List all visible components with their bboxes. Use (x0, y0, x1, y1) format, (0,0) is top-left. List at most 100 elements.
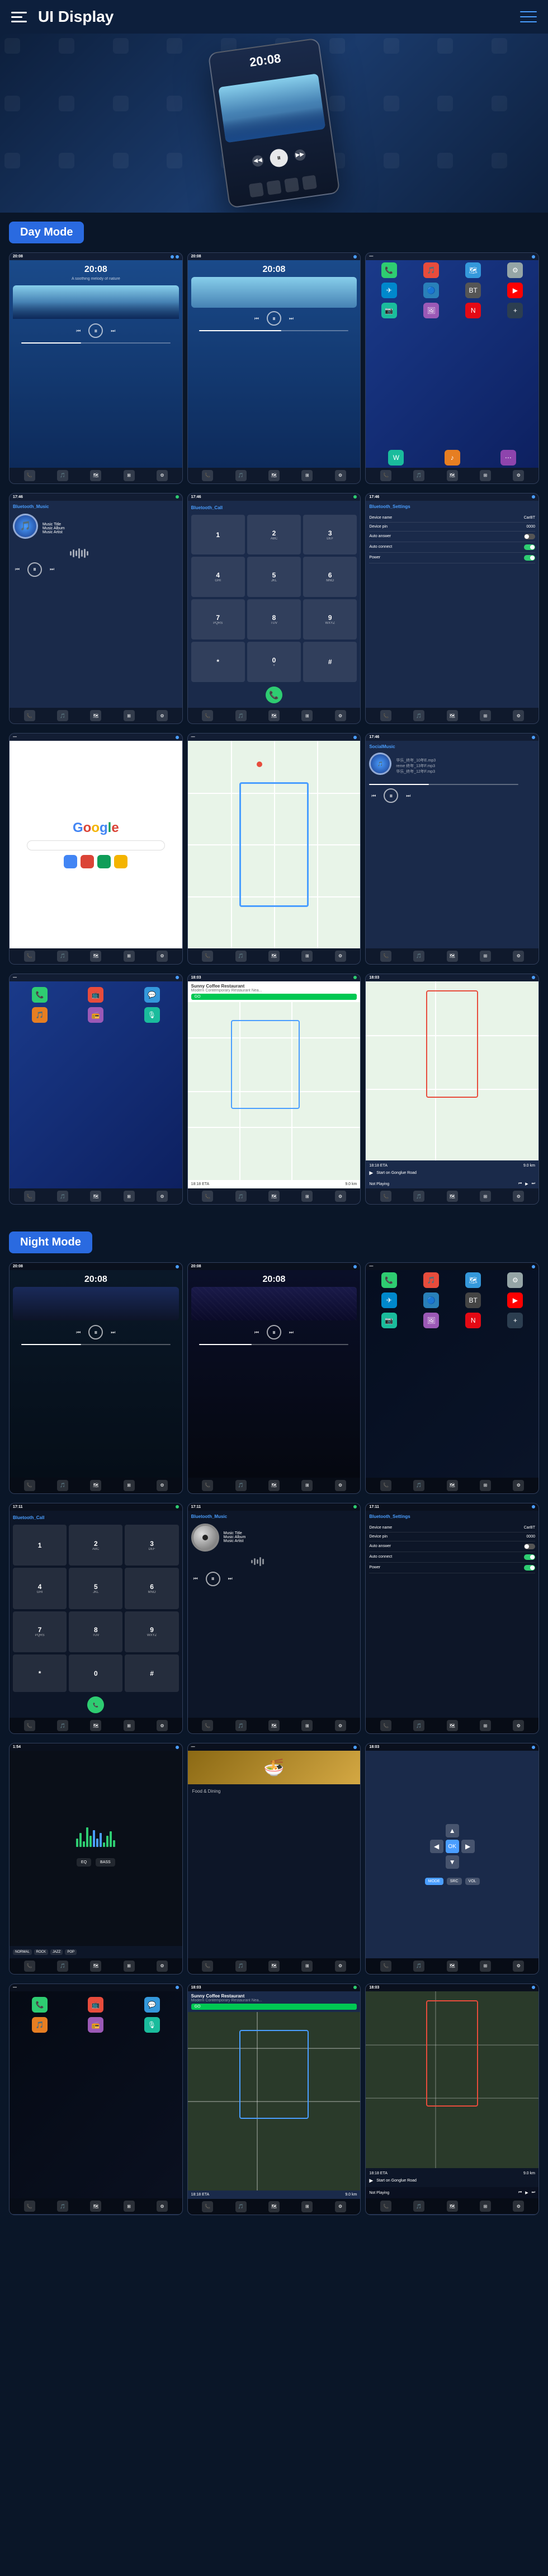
next2-icon[interactable]: ⏭ (287, 314, 296, 323)
nav-phone[interactable]: 📞 (24, 470, 35, 481)
power-toggle-night[interactable] (524, 1565, 535, 1571)
dial-7[interactable]: 7PQRS (191, 599, 245, 640)
nav-settings[interactable]: ⚙ (157, 470, 168, 481)
status-bar-2: 20:08 (188, 253, 361, 260)
app-phone[interactable]: 📞 (381, 262, 397, 278)
next-button[interactable]: ▶▶ (294, 148, 306, 161)
arrow-down[interactable]: ▼ (446, 1855, 459, 1869)
day-row-2: 17:46 Bluetooth_Music 🎵 Music Title Musi… (9, 493, 539, 725)
dial-3[interactable]: 3DEF (303, 515, 357, 555)
nav-next-night[interactable]: ⏭ (532, 2190, 535, 2195)
nav-play[interactable]: ▶ (525, 1182, 528, 1186)
call-button[interactable]: 📞 (266, 687, 282, 703)
arrow-up[interactable]: ▲ (446, 1824, 459, 1837)
night-mode-label: Night Mode (9, 1231, 92, 1253)
music-player-day-2: 20:08 20:08 ⏮ ⏸ ⏭ (187, 252, 361, 484)
dial-hash[interactable]: # (303, 642, 357, 682)
play2-icon[interactable]: ⏸ (267, 311, 281, 326)
eq-btn[interactable]: EQ (77, 1858, 91, 1867)
auto-connect-toggle[interactable] (524, 544, 535, 550)
music-player-night-1: 20:08 20:08 ⏮ ⏸ ⏭ 📞 (9, 1262, 183, 1494)
app-bluetooth[interactable]: 🔵 (423, 283, 439, 298)
eq-jazz[interactable]: JAZZ (50, 1949, 63, 1955)
nav-prev[interactable]: ⏮ (518, 1182, 522, 1186)
app-gallery[interactable]: 🖼 (423, 303, 439, 318)
bluetooth-music-day: 17:46 Bluetooth_Music 🎵 Music Title Musi… (9, 493, 183, 725)
dial-1[interactable]: 1 (191, 515, 245, 555)
dial-star[interactable]: * (191, 642, 245, 682)
eq-rock[interactable]: ROCK (34, 1949, 48, 1955)
eq-preset[interactable]: NORMAL (13, 1949, 32, 1955)
arrow-center[interactable]: OK (446, 1840, 459, 1853)
arrow-right[interactable]: ▶ (461, 1840, 475, 1853)
auto-connect-toggle-night[interactable] (524, 1554, 535, 1560)
auto-answer-toggle[interactable] (524, 534, 535, 539)
header: UI Display (0, 0, 548, 34)
go-button[interactable]: GO (191, 994, 357, 1000)
waveform-night: 1:54 (9, 1743, 183, 1975)
g-app-4[interactable] (114, 855, 127, 868)
dial-4[interactable]: 4GHI (191, 557, 245, 597)
call-btn-night[interactable]: 📞 (87, 1696, 104, 1713)
eq-pop[interactable]: POP (65, 1949, 77, 1955)
app-grid-day: — 📞 🎵 🗺 ⚙ ✈ 🔵 BT (365, 252, 539, 484)
dial-2[interactable]: 2ABC (247, 515, 301, 555)
hero-section: 20:08 ◀◀ ⏸ ▶▶ (0, 34, 548, 213)
google-search-bar[interactable] (27, 840, 165, 850)
app-maps[interactable]: 🗺 (465, 262, 481, 278)
app-waze[interactable]: W (388, 450, 404, 466)
nav-next[interactable]: ⏭ (532, 1182, 535, 1186)
google-logo: Google (73, 820, 119, 836)
app-extra[interactable]: + (507, 303, 523, 318)
app-telegram[interactable]: ✈ (381, 283, 397, 298)
app-netflix[interactable]: N (465, 303, 481, 318)
prev2-icon[interactable]: ⏮ (252, 314, 261, 323)
day-row-1: 20:08 20:08 A soothing melody of nature … (9, 252, 539, 484)
app-settings[interactable]: ⚙ (507, 262, 523, 278)
bottom-nav-2: 📞 🎵 🗺 ⊞ ⚙ (188, 468, 361, 483)
dial-8[interactable]: 8TUV (247, 599, 301, 640)
g-app-1[interactable] (64, 855, 77, 868)
prev-icon[interactable]: ⏮ (74, 326, 83, 335)
page-title: UI Display (38, 8, 114, 26)
app-youtube[interactable]: ▶ (507, 283, 523, 298)
power-toggle[interactable] (524, 555, 535, 561)
control-btn-3[interactable]: VOL (465, 1878, 480, 1885)
nav-hamburger-icon[interactable] (520, 11, 537, 22)
app-music[interactable]: 🎵 (423, 262, 439, 278)
waveform-visualization (76, 1830, 115, 1847)
app-bt[interactable]: BT (465, 283, 481, 298)
nav-music[interactable]: 🎵 (57, 470, 68, 481)
nav-apps[interactable]: ⊞ (124, 470, 135, 481)
day-row-3: — Google (9, 733, 539, 965)
g-app-3[interactable] (97, 855, 111, 868)
g-app-2[interactable] (81, 855, 94, 868)
google-apps (64, 855, 127, 868)
app-camera[interactable]: 📷 (381, 303, 397, 318)
play-icon[interactable]: ⏸ (88, 323, 103, 338)
bottom-nav: 📞 🎵 🗺 ⊞ ⚙ (10, 468, 182, 483)
app-more[interactable]: ⋯ (500, 450, 516, 466)
map-arrows-night: 18:03 ▲ ◀ OK ▶ ▼ (365, 1743, 539, 1975)
control-btn-1[interactable]: MODE (425, 1878, 443, 1885)
bass-btn[interactable]: BASS (96, 1858, 115, 1867)
nav-prev-night[interactable]: ⏮ (518, 2190, 522, 2195)
dial-5[interactable]: 5JKL (247, 557, 301, 597)
navigation-end-night: 18:03 18:18 ETA 9.0 (365, 1983, 539, 2215)
nav-map[interactable]: 🗺 (90, 470, 101, 481)
nav-info: 18:18 ETA 9.0 km (188, 1180, 361, 1188)
auto-answer-toggle-night[interactable] (524, 1544, 535, 1549)
menu-icon[interactable] (11, 7, 31, 27)
dial-0[interactable]: 0+ (247, 642, 301, 682)
go-btn-night[interactable]: GO (191, 2004, 357, 2010)
food-image: 🍜 (188, 1751, 361, 1784)
dial-6[interactable]: 6MNO (303, 557, 357, 597)
control-btn-2[interactable]: SRC (447, 1878, 462, 1885)
nav-play-night[interactable]: ▶ (525, 2190, 528, 2195)
app-spotify[interactable]: ♪ (445, 450, 460, 466)
play-pause-button[interactable]: ⏸ (269, 148, 289, 168)
next-icon[interactable]: ⏭ (108, 326, 117, 335)
dial-9[interactable]: 9WXYZ (303, 599, 357, 640)
prev-button[interactable]: ◀◀ (252, 154, 264, 167)
arrow-left[interactable]: ◀ (430, 1840, 443, 1853)
